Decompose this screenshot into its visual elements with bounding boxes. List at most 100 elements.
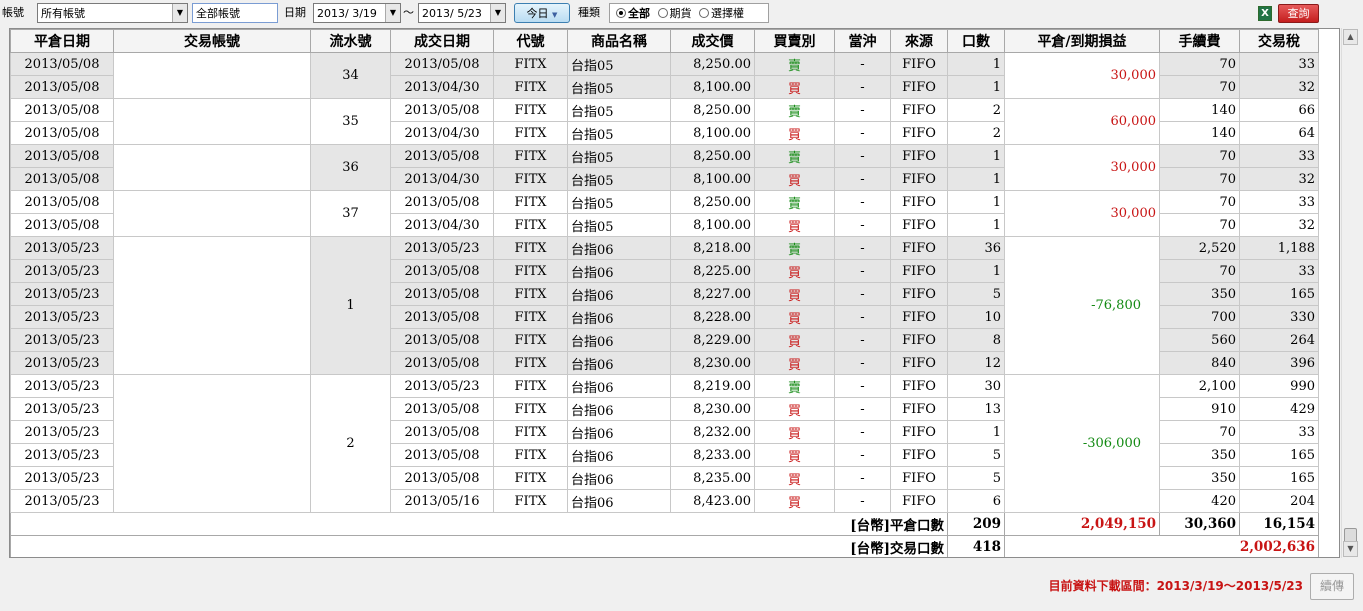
- tax-cell: 990: [1239, 374, 1319, 398]
- source-cell: FIFO: [890, 328, 948, 352]
- price-cell: 8,100.00: [670, 213, 755, 237]
- radio-icon: [657, 8, 668, 18]
- daytrade-cell: -: [834, 167, 891, 191]
- close-date-cell: 2013/05/23: [10, 236, 114, 260]
- trade-date-cell: 2013/05/08: [390, 443, 494, 467]
- source-cell: FIFO: [890, 75, 948, 99]
- side-cell: 賣: [754, 98, 835, 122]
- account-name-field[interactable]: 全部帳號: [192, 3, 278, 23]
- col-serial[interactable]: 流水號: [310, 29, 391, 53]
- side-cell: 買: [754, 443, 835, 467]
- price-cell: 8,230.00: [670, 397, 755, 421]
- code-cell: FITX: [493, 397, 568, 421]
- col-fee[interactable]: 手續費: [1159, 29, 1240, 53]
- tax-cell: 33: [1239, 190, 1319, 214]
- side-cell: 買: [754, 282, 835, 306]
- col-pnl[interactable]: 平倉/到期損益: [1004, 29, 1160, 53]
- type-radio-options[interactable]: 選擇權: [699, 7, 744, 20]
- trade-date-cell: 2013/05/23: [390, 374, 494, 398]
- pnl-cell: 30,000: [1004, 144, 1160, 191]
- col-product[interactable]: 商品名稱: [567, 29, 671, 53]
- product-cell: 台指05: [567, 167, 671, 191]
- continue-button[interactable]: 續傳: [1310, 573, 1354, 600]
- table-row[interactable]: 2013/05/08 37 2013/05/08 FITX 台指05 8,250.00 賣 -…: [10, 190, 1319, 237]
- fee-cell: 70: [1159, 75, 1240, 99]
- tax-cell: 33: [1239, 52, 1319, 76]
- source-cell: FIFO: [890, 144, 948, 168]
- side-cell: 買: [754, 259, 835, 283]
- fee-cell: 2,100: [1159, 374, 1240, 398]
- col-qty[interactable]: 口數: [947, 29, 1005, 53]
- excel-export-icon[interactable]: X: [1258, 6, 1272, 21]
- col-tax[interactable]: 交易稅: [1239, 29, 1319, 53]
- col-close-date[interactable]: 平倉日期: [10, 29, 114, 53]
- summary-close-label: [台幣]平倉口數: [10, 512, 948, 536]
- source-cell: FIFO: [890, 466, 948, 490]
- table-row[interactable]: 2013/05/23 2 2013/05/23 FITX 台指06 8,219.00 賣 - F…: [10, 374, 1319, 513]
- type-radio-futures[interactable]: 期貨: [657, 7, 692, 20]
- tax-cell: 32: [1239, 213, 1319, 237]
- daytrade-cell: -: [834, 305, 891, 329]
- col-source[interactable]: 來源: [890, 29, 948, 53]
- qty-cell: 1: [947, 190, 1005, 214]
- trade-date-cell: 2013/04/30: [390, 121, 494, 145]
- col-account[interactable]: 交易帳號: [113, 29, 311, 53]
- product-cell: 台指06: [567, 305, 671, 329]
- daytrade-cell: -: [834, 52, 891, 76]
- date-to-picker[interactable]: 2013/ 5/23 ▼: [418, 3, 506, 23]
- tax-cell: 1,188: [1239, 236, 1319, 260]
- product-cell: 台指06: [567, 443, 671, 467]
- side-cell: 買: [754, 121, 835, 145]
- fee-cell: 70: [1159, 190, 1240, 214]
- account-select[interactable]: 所有帳號 ▼: [37, 3, 188, 23]
- chevron-down-icon[interactable]: ▼: [490, 4, 505, 22]
- trade-date-cell: 2013/05/08: [390, 328, 494, 352]
- source-cell: FIFO: [890, 305, 948, 329]
- col-price[interactable]: 成交價: [670, 29, 755, 53]
- scroll-down-icon[interactable]: ▼: [1343, 541, 1358, 557]
- fee-cell: 560: [1159, 328, 1240, 352]
- qty-cell: 36: [947, 236, 1005, 260]
- scroll-up-icon[interactable]: ▲: [1343, 29, 1358, 45]
- summary-close-pnl: 2,049,150: [1004, 512, 1160, 536]
- code-cell: FITX: [493, 52, 568, 76]
- chevron-down-icon[interactable]: ▼: [172, 4, 187, 22]
- side-cell: 買: [754, 75, 835, 99]
- trade-date-cell: 2013/05/08: [390, 282, 494, 306]
- col-code[interactable]: 代號: [493, 29, 568, 53]
- trade-date-cell: 2013/05/08: [390, 98, 494, 122]
- col-daytrade[interactable]: 當沖: [834, 29, 891, 53]
- vertical-scrollbar[interactable]: ▲ ▼: [1341, 28, 1358, 558]
- account-cell: [113, 190, 311, 237]
- close-date-cell: 2013/05/08: [10, 52, 114, 76]
- price-cell: 8,229.00: [670, 328, 755, 352]
- tax-cell: 165: [1239, 443, 1319, 467]
- table-row[interactable]: 2013/05/08 34 2013/05/08 FITX 台指05 8,250.00 賣 -…: [10, 52, 1319, 99]
- source-cell: FIFO: [890, 420, 948, 444]
- tax-cell: 33: [1239, 144, 1319, 168]
- today-button[interactable]: 今日 ▼: [514, 3, 570, 23]
- col-trade-date[interactable]: 成交日期: [390, 29, 494, 53]
- price-cell: 8,100.00: [670, 167, 755, 191]
- col-side[interactable]: 買賣別: [754, 29, 835, 53]
- chevron-down-icon[interactable]: ▼: [385, 4, 400, 22]
- date-from-picker[interactable]: 2013/ 3/19 ▼: [313, 3, 401, 23]
- qty-cell: 1: [947, 144, 1005, 168]
- close-date-cell: 2013/05/23: [10, 489, 114, 513]
- product-cell: 台指06: [567, 282, 671, 306]
- trade-date-cell: 2013/05/08: [390, 190, 494, 214]
- table-row[interactable]: 2013/05/08 35 2013/05/08 FITX 台指05 8,250.00 賣 -…: [10, 98, 1319, 145]
- product-cell: 台指05: [567, 52, 671, 76]
- fee-cell: 350: [1159, 466, 1240, 490]
- account-cell: [113, 52, 311, 99]
- close-date-cell: 2013/05/08: [10, 121, 114, 145]
- table-row[interactable]: 2013/05/08 36 2013/05/08 FITX 台指05 8,250.00 賣 -…: [10, 144, 1319, 191]
- price-cell: 8,232.00: [670, 420, 755, 444]
- side-cell: 買: [754, 328, 835, 352]
- tax-cell: 264: [1239, 328, 1319, 352]
- type-radio-all[interactable]: 全部: [616, 7, 650, 20]
- fee-cell: 70: [1159, 259, 1240, 283]
- trade-date-cell: 2013/05/08: [390, 52, 494, 76]
- table-row[interactable]: 2013/05/23 1 2013/05/23 FITX 台指06 8,218.00 賣 - F…: [10, 236, 1319, 375]
- query-button[interactable]: 查詢: [1278, 4, 1319, 23]
